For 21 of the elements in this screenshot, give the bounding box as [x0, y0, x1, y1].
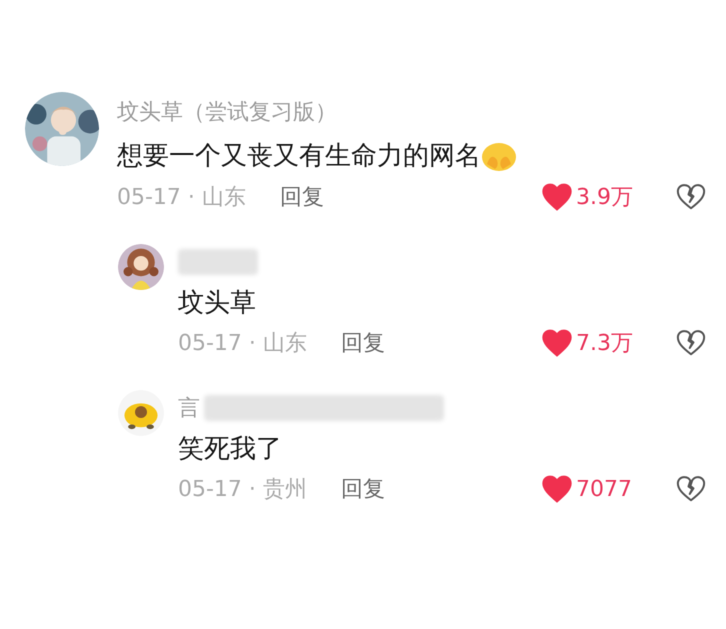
reply-button[interactable]: 回复: [340, 326, 385, 360]
emoji-icon: [481, 140, 517, 172]
author-name: 坟头草（尝试复习版）: [117, 98, 337, 126]
heart-icon[interactable]: [542, 475, 572, 503]
broken-heart-icon[interactable]: [676, 475, 706, 503]
like-count: 7077: [576, 476, 633, 504]
broken-heart-icon[interactable]: [676, 183, 706, 211]
like-count: 3.9万: [576, 184, 634, 212]
comment-text: 坟头草: [178, 286, 257, 320]
heart-icon[interactable]: [542, 329, 572, 357]
author-name: 言: [178, 394, 200, 422]
comment-date-location: 05-17 · 贵州: [178, 476, 307, 504]
like-count: 7.3万: [576, 330, 634, 358]
comment-date-location: 05-17 · 山东: [178, 330, 307, 358]
broken-heart-icon[interactable]: [676, 329, 706, 357]
comment-text: 笑死我了: [178, 432, 283, 466]
reply-button[interactable]: 回复: [280, 180, 324, 214]
comment-date-location: 05-17 · 山东: [117, 184, 246, 212]
reply-button[interactable]: 回复: [340, 472, 385, 506]
comment-text: 想要一个又丧又有生命力的网名: [117, 140, 481, 172]
heart-icon[interactable]: [542, 183, 572, 211]
